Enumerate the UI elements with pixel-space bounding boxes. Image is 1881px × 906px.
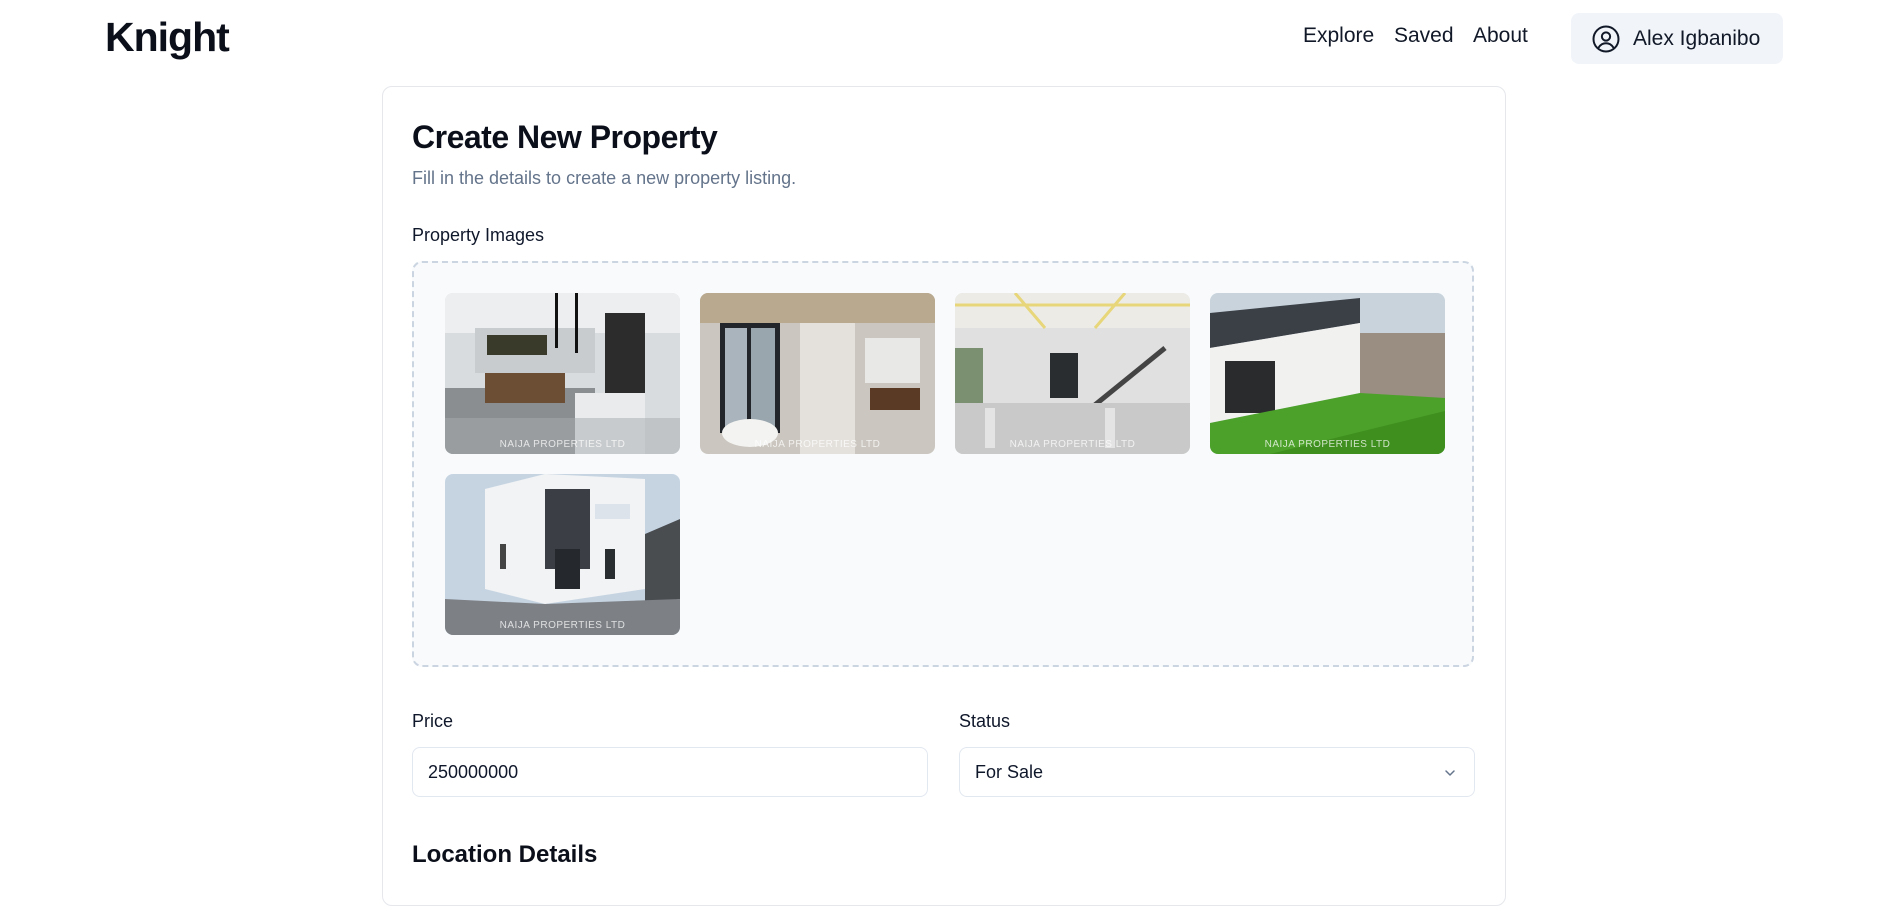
create-property-card: Create New Property Fill in the details …	[382, 86, 1506, 906]
location-details-heading: Location Details	[412, 841, 598, 868]
top-nav: Knight Explore Saved About Alex Igbanibo	[0, 0, 1881, 76]
user-menu-button[interactable]: Alex Igbanibo	[1571, 13, 1783, 64]
nav-about[interactable]: About	[1473, 24, 1528, 54]
property-image-thumbnail[interactable]: NAIJA PROPERTIES LTD	[445, 474, 680, 635]
page-subtitle: Fill in the details to create a new prop…	[412, 168, 797, 188]
nav-saved[interactable]: Saved	[1394, 24, 1454, 54]
status-label: Status	[959, 711, 1011, 731]
image-watermark: NAIJA PROPERTIES LTD	[754, 439, 881, 450]
image-dropzone[interactable]: NAIJA PROPERTIES LTD NAIJA PROPERTIES LT…	[412, 261, 1474, 667]
property-image-thumbnail[interactable]: NAIJA PROPERTIES LTD	[1210, 293, 1445, 454]
image-watermark: NAIJA PROPERTIES LTD	[1009, 439, 1136, 450]
backyard-image	[1210, 293, 1445, 454]
price-label: Price	[412, 711, 454, 731]
living-room-image	[955, 293, 1190, 454]
nav-explore[interactable]: Explore	[1303, 24, 1374, 54]
page-title: Create New Property	[412, 119, 718, 155]
image-watermark: NAIJA PROPERTIES LTD	[1264, 439, 1391, 450]
chevron-down-icon	[1445, 770, 1455, 776]
property-image-thumbnail[interactable]: NAIJA PROPERTIES LTD	[445, 293, 680, 454]
status-selected-value: For Sale	[975, 761, 1044, 782]
exterior-image	[445, 474, 680, 635]
property-images-label: Property Images	[412, 225, 545, 245]
image-watermark: NAIJA PROPERTIES LTD	[499, 439, 626, 450]
status-select[interactable]: For Sale	[959, 747, 1475, 797]
image-watermark: NAIJA PROPERTIES LTD	[499, 620, 626, 631]
price-input[interactable]: 250000000	[412, 747, 928, 797]
user-circle-icon	[1592, 25, 1620, 52]
bathroom-image	[700, 293, 935, 454]
logo[interactable]: Knight	[105, 14, 230, 61]
property-image-thumbnail[interactable]: NAIJA PROPERTIES LTD	[700, 293, 935, 454]
user-name: Alex Igbanibo	[1633, 26, 1761, 50]
property-image-thumbnail[interactable]: NAIJA PROPERTIES LTD	[955, 293, 1190, 454]
kitchen-image	[445, 293, 680, 454]
